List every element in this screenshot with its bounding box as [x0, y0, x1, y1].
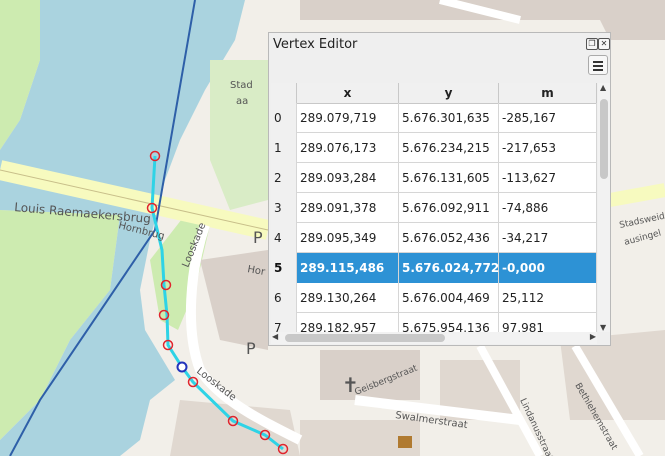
row-number[interactable]: 2 [271, 163, 297, 193]
cell-x[interactable]: 289.093,284 [297, 163, 399, 193]
scrollbar-thumb[interactable] [600, 99, 608, 179]
cell-x[interactable]: 289.130,264 [297, 283, 399, 313]
cell-x[interactable]: 289.182,957 [297, 313, 399, 332]
cell-y[interactable]: 5.676.092,911 [399, 193, 499, 223]
cell-m[interactable]: 25,112 [499, 283, 597, 313]
restore-icon[interactable]: ❐ [586, 38, 598, 50]
corner-cell[interactable] [271, 83, 297, 103]
table-row[interactable]: 1 289.076,173 5.676.234,215 -217,653 [271, 133, 597, 163]
vertex-editor-panel: Vertex Editor ❐ ✕ x y m 0 289.079,719 5.67… [268, 32, 611, 346]
panel-title: Vertex Editor [273, 37, 358, 52]
cell-m[interactable]: -0,000 [499, 253, 597, 283]
cell-y[interactable]: 5.676.234,215 [399, 133, 499, 163]
stad-label: Stad [230, 80, 253, 91]
close-icon[interactable]: ✕ [598, 38, 610, 50]
horizontal-scrollbar[interactable]: ◀ ▶ [271, 332, 597, 344]
vertex-table: x y m 0 289.079,719 5.676.301,635 -285,167 1… [271, 83, 597, 332]
parking-icon: P [253, 228, 263, 247]
church-icon: ✝ [342, 373, 359, 397]
vertex-marker-selected [176, 361, 188, 373]
cell-x[interactable]: 289.115,486 [297, 253, 399, 283]
row-number[interactable]: 7 [271, 313, 297, 332]
table-row[interactable]: 0 289.079,719 5.676.301,635 -285,167 [271, 103, 597, 133]
cell-y[interactable]: 5.676.004,469 [399, 283, 499, 313]
singel-road [608, 183, 665, 207]
cell-x[interactable]: 289.091,378 [297, 193, 399, 223]
table-row[interactable]: 3 289.091,378 5.676.092,911 -74,886 [271, 193, 597, 223]
cell-y[interactable]: 5.676.131,605 [399, 163, 499, 193]
table-header: x y m [271, 83, 597, 104]
row-number[interactable]: 4 [271, 223, 297, 253]
cell-m[interactable]: 97,981 [499, 313, 597, 332]
row-number[interactable]: 5 [271, 253, 297, 283]
table-row[interactable]: 5 289.115,486 5.676.024,772 -0,000 [271, 253, 597, 283]
cell-y[interactable]: 5.676.052,436 [399, 223, 499, 253]
poi-icon [398, 436, 412, 448]
row-number[interactable]: 1 [271, 133, 297, 163]
table-row[interactable]: 7 289.182,957 5.675.954,136 97,981 [271, 313, 597, 332]
table-row[interactable]: 4 289.095,349 5.676.052,436 -34,217 [271, 223, 597, 253]
cell-m[interactable]: -285,167 [499, 103, 597, 133]
cell-y[interactable]: 5.676.024,772 [399, 253, 499, 283]
row-number[interactable]: 0 [271, 103, 297, 133]
aa-label: aa [236, 96, 248, 107]
cell-x[interactable]: 289.079,719 [297, 103, 399, 133]
scrollbar-thumb[interactable] [285, 334, 445, 342]
cell-x[interactable]: 289.095,349 [297, 223, 399, 253]
cell-m[interactable]: -217,653 [499, 133, 597, 163]
cell-x[interactable]: 289.076,173 [297, 133, 399, 163]
cell-y[interactable]: 5.675.954,136 [399, 313, 499, 332]
cell-m[interactable]: -113,627 [499, 163, 597, 193]
cell-m[interactable]: -74,886 [499, 193, 597, 223]
column-header-x[interactable]: x [297, 83, 399, 103]
column-header-m[interactable]: m [499, 83, 597, 103]
hamburger-menu-icon[interactable] [588, 55, 608, 75]
row-number[interactable]: 3 [271, 193, 297, 223]
vertical-scrollbar[interactable]: ▲ ▼ [598, 83, 610, 332]
table-row[interactable]: 2 289.093,284 5.676.131,605 -113,627 [271, 163, 597, 193]
column-header-y[interactable]: y [399, 83, 499, 103]
row-number[interactable]: 6 [271, 283, 297, 313]
parking-icon-2: P [246, 339, 256, 358]
cell-y[interactable]: 5.676.301,635 [399, 103, 499, 133]
table-row[interactable]: 6 289.130,264 5.676.004,469 25,112 [271, 283, 597, 313]
cell-m[interactable]: -34,217 [499, 223, 597, 253]
